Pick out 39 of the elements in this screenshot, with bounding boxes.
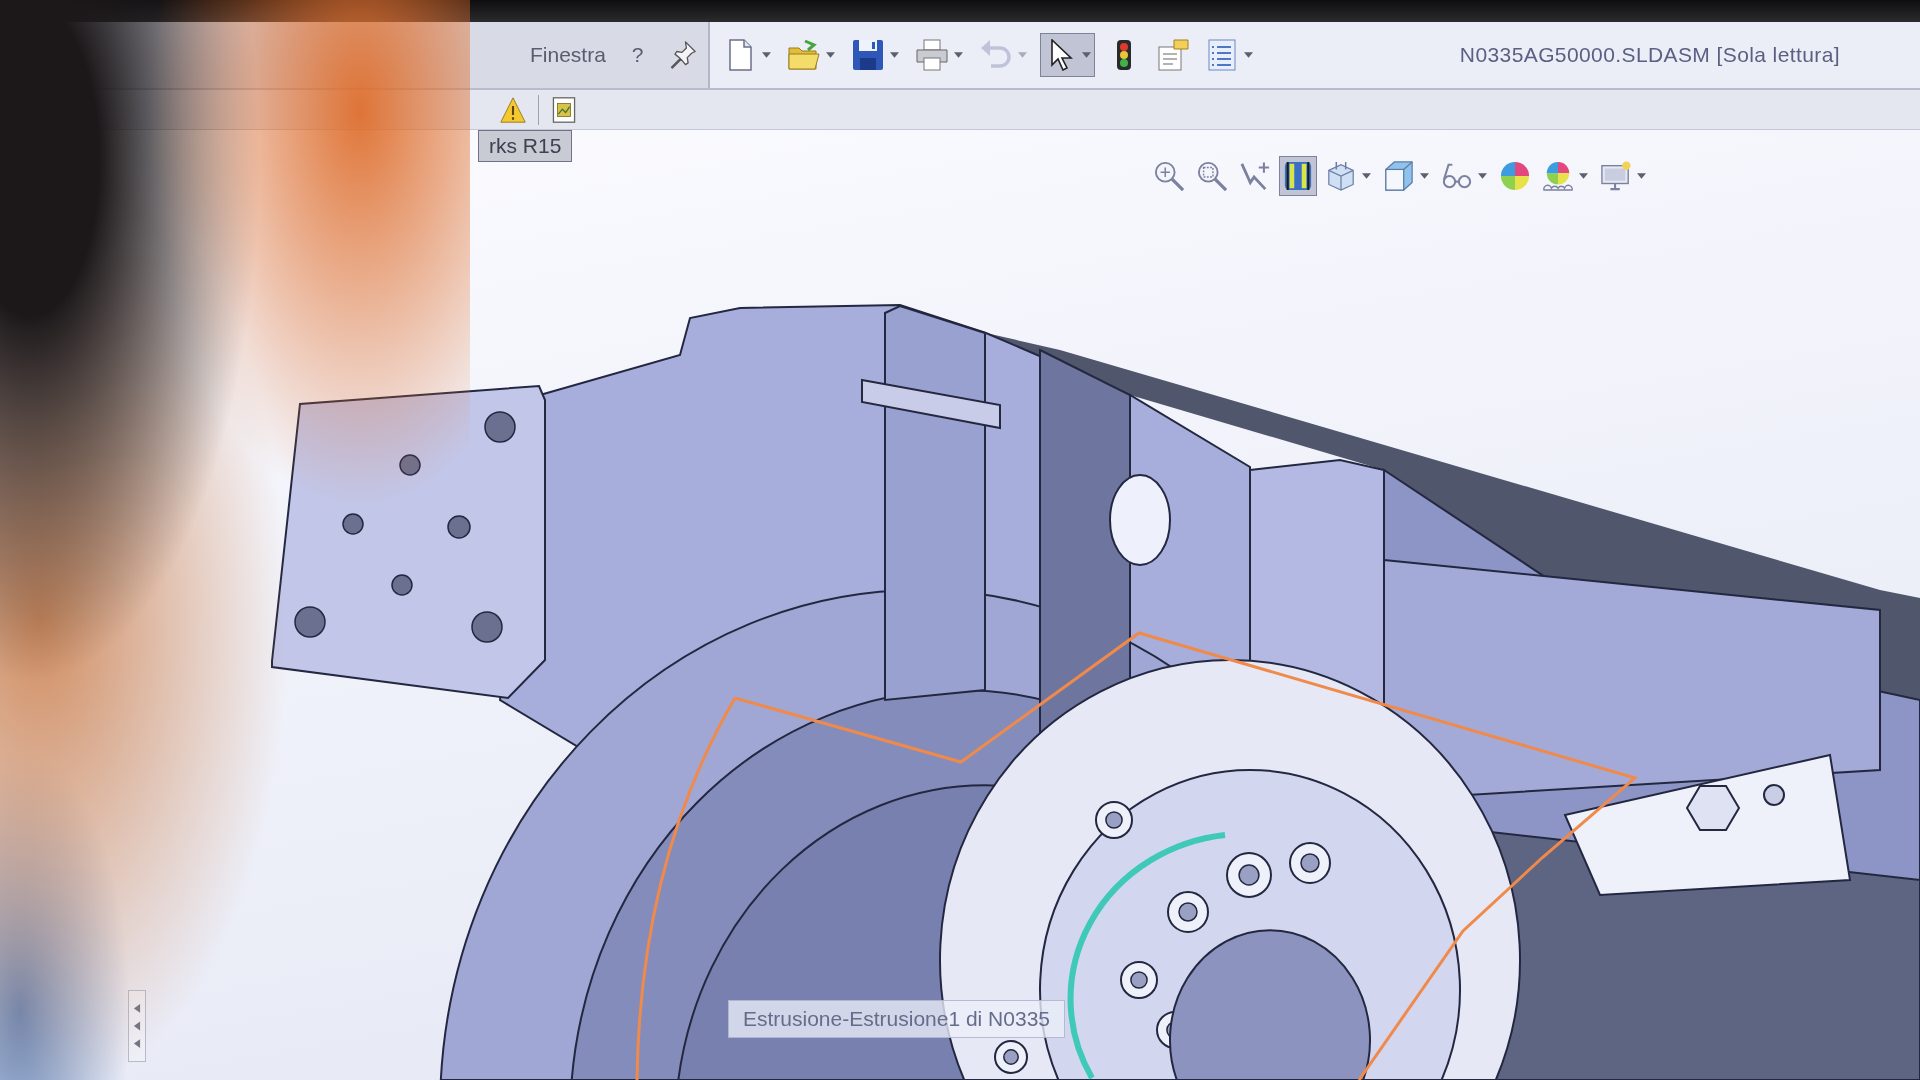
menu-item[interactable]: Finestra — [528, 41, 608, 69]
sphere-scene-icon — [1543, 161, 1573, 191]
undo-arrow-icon — [979, 39, 1012, 71]
caret-icon — [761, 52, 771, 58]
printer-icon — [915, 39, 948, 71]
caret-icon — [889, 52, 899, 58]
clipboard-icon — [1156, 39, 1189, 71]
panel-collapse-handle[interactable] — [128, 990, 146, 1062]
select-button[interactable] — [1039, 33, 1095, 77]
tooltip: Estrusione-Estrusione1 di N0335 — [728, 1000, 1065, 1038]
caret-icon — [1478, 173, 1487, 179]
folder-icon — [787, 39, 820, 71]
caret-icon — [825, 52, 835, 58]
caret-icon — [1243, 52, 1253, 58]
eyeglasses-icon — [1442, 161, 1472, 191]
warning-triangle-icon — [500, 96, 526, 123]
cube-icon — [1326, 161, 1356, 191]
caret-icon — [1362, 173, 1371, 179]
caret-icon — [1420, 173, 1429, 179]
menu-item[interactable]: ? — [629, 41, 646, 69]
document-title: N0335AG50000.SLDASM [Sola lettura] — [1459, 43, 1841, 67]
caret-icon — [1081, 52, 1091, 58]
caret-icon — [1637, 173, 1646, 179]
caret-icon — [953, 52, 963, 58]
arrows-icon — [133, 1004, 141, 1048]
zigzag-plus-icon — [1240, 161, 1270, 191]
caret-icon — [1017, 52, 1027, 58]
monitor-icon — [1601, 161, 1631, 191]
framed-picture-icon — [551, 96, 577, 123]
magnifier-square-icon — [1197, 161, 1227, 191]
caret-icon — [1579, 173, 1588, 179]
color-sphere-icon — [1500, 161, 1530, 191]
section-view-button[interactable] — [1279, 156, 1317, 196]
sectioned-cylinder-icon — [1283, 161, 1313, 191]
warning-button[interactable] — [498, 94, 528, 125]
list-document-icon — [1205, 39, 1238, 71]
magnifier-icon — [1154, 161, 1184, 191]
document-tab[interactable]: rks R15 — [478, 130, 573, 162]
shaded-cube-icon — [1384, 161, 1414, 191]
